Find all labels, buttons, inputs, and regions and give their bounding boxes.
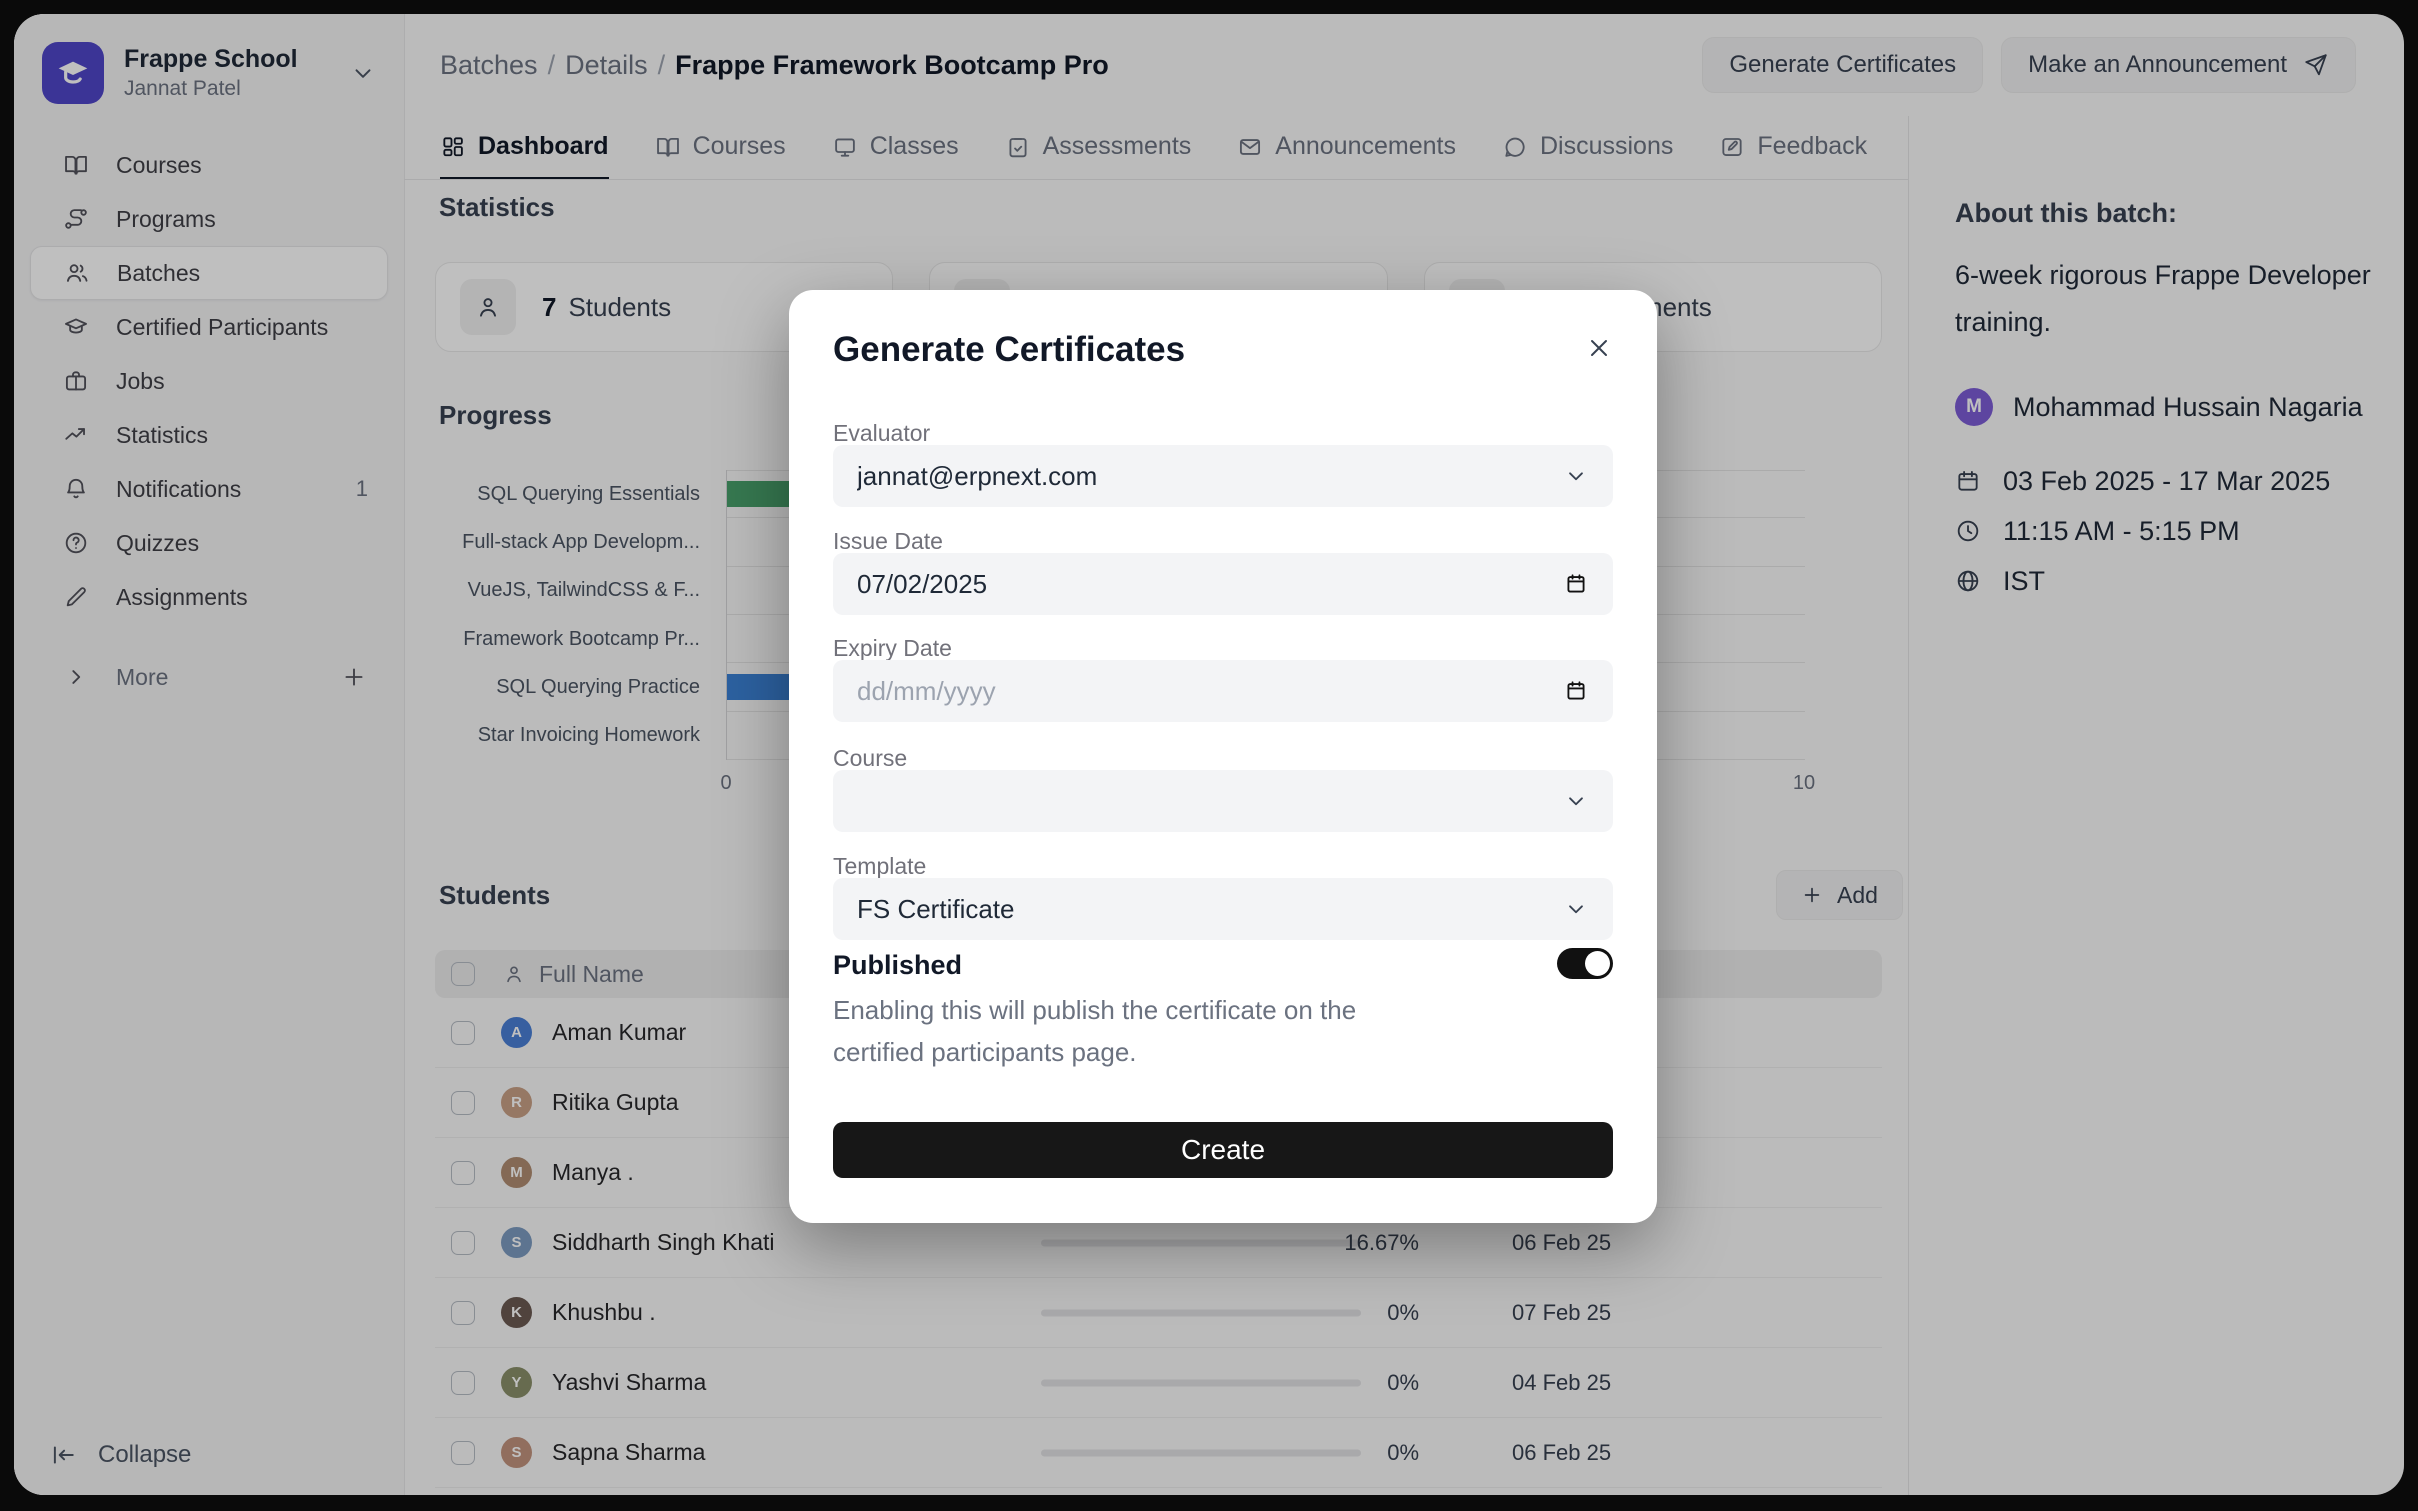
evaluator-select[interactable]: jannat@erpnext.com — [833, 445, 1613, 507]
published-toggle[interactable] — [1557, 948, 1613, 979]
field-label-course: Course — [833, 745, 907, 772]
close-icon[interactable] — [1585, 334, 1613, 362]
chevron-down-icon — [1563, 463, 1589, 489]
template-select[interactable]: FS Certificate — [833, 878, 1613, 940]
create-button-label: Create — [1181, 1134, 1265, 1166]
issue-date-date-input[interactable]: 07/02/2025 — [833, 553, 1613, 615]
app-window: Frappe School Jannat Patel CoursesProgra… — [14, 14, 2404, 1495]
field-value: jannat@erpnext.com — [857, 461, 1563, 492]
chevron-down-icon — [1563, 896, 1589, 922]
course-select[interactable] — [833, 770, 1613, 832]
field-label-issue-date: Issue Date — [833, 528, 943, 555]
published-label: Published — [833, 950, 962, 981]
toggle-knob — [1585, 951, 1610, 976]
field-label-template: Template — [833, 853, 926, 880]
field-value: 07/02/2025 — [857, 569, 1563, 600]
date-calendar-icon — [1563, 678, 1589, 704]
field-label-expiry-date: Expiry Date — [833, 635, 952, 662]
expiry-date-date-input[interactable]: dd/mm/yyyy — [833, 660, 1613, 722]
field-value: FS Certificate — [857, 894, 1563, 925]
generate-certificates-modal: Generate Certificates Evaluator jannat@e… — [789, 290, 1657, 1223]
field-value: dd/mm/yyyy — [857, 676, 1563, 707]
field-label-evaluator: Evaluator — [833, 420, 930, 447]
modal-title: Generate Certificates — [833, 330, 1185, 370]
published-description: Enabling this will publish the certifica… — [833, 990, 1453, 1073]
chevron-down-icon — [1563, 788, 1589, 814]
create-button[interactable]: Create — [833, 1122, 1613, 1178]
screen: { "sidebar": { "school_name": "Frappe Sc… — [0, 0, 2418, 1511]
date-calendar-icon — [1563, 571, 1589, 597]
